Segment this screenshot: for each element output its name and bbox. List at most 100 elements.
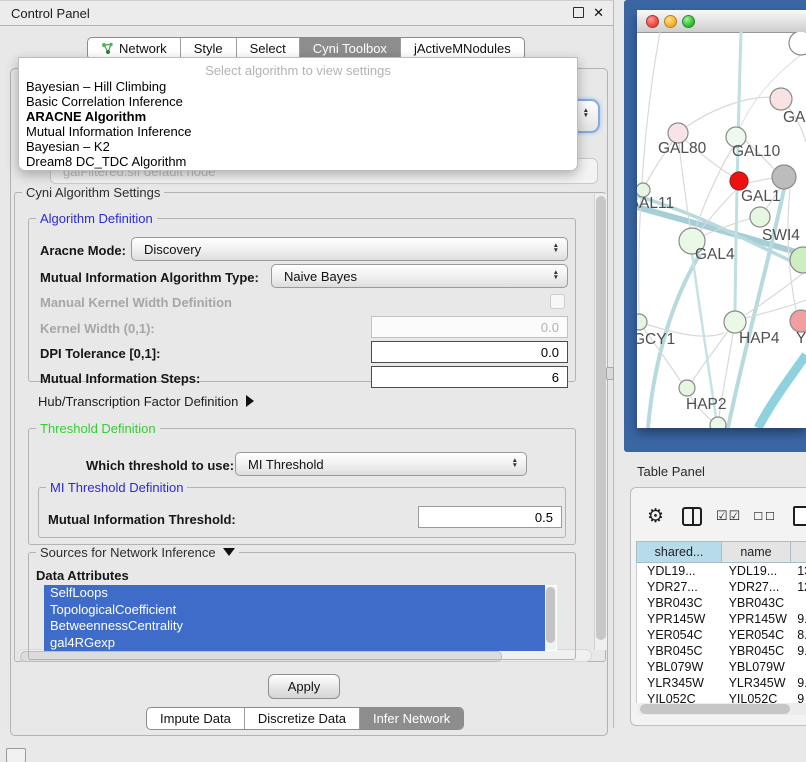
deselect-all-checkboxes-icon[interactable]: ☐☐	[753, 510, 777, 523]
table-cell[interactable]: 12	[791, 579, 806, 595]
table-cell[interactable]: YDL19...	[637, 563, 723, 579]
mi-steps-field[interactable]: 6	[371, 366, 568, 388]
network-node[interactable]	[750, 207, 770, 227]
table-column-header[interactable]: name	[722, 541, 791, 563]
columns-icon[interactable]	[682, 507, 702, 526]
kernel-width-field[interactable]: 0.0	[371, 316, 568, 338]
table-cell[interactable]: YPR145W	[637, 611, 723, 627]
data-attribute-item[interactable]: BetweennessCentrality	[44, 618, 545, 635]
table-cell[interactable]: YLR345W	[637, 675, 723, 691]
table-horizontal-scrollbar[interactable]	[637, 703, 806, 715]
table-cell[interactable]: 9.	[791, 611, 806, 627]
table-cell[interactable]	[791, 595, 806, 611]
table-cell[interactable]: YBR043C	[723, 595, 792, 611]
table-cell[interactable]	[791, 659, 806, 675]
table-cell[interactable]: YDL19...	[723, 563, 792, 579]
dock-panel-icon[interactable]	[6, 748, 26, 762]
algorithm-popup-item[interactable]: Dream8 DC_TDC Algorithm	[19, 154, 577, 169]
zoom-window-icon[interactable]	[682, 15, 695, 28]
network-node[interactable]	[679, 380, 695, 396]
tab-discretize-data[interactable]: Discretize Data	[244, 708, 359, 729]
data-attributes-list[interactable]: SelfLoopsTopologicalCoefficientBetweenne…	[44, 585, 557, 651]
table-cell[interactable]: YBL079W	[637, 659, 723, 675]
hub-definition-toggle[interactable]: Hub/Transcription Factor Definition	[38, 394, 254, 409]
algorithm-popup-item[interactable]: Mutual Information Inference	[19, 124, 577, 139]
mi-type-combo[interactable]: Naive Bayes ▲▼	[271, 264, 568, 288]
network-node[interactable]	[710, 417, 726, 428]
algorithm-definition-legend: Algorithm Definition	[36, 211, 157, 226]
tab-network[interactable]: Network	[88, 38, 180, 59]
table-cell[interactable]: YBL079W	[723, 659, 792, 675]
close-panel-icon[interactable]: ✕	[593, 6, 604, 19]
dpi-tolerance-field[interactable]: 0.0	[371, 341, 568, 363]
tab-style[interactable]: Style	[180, 38, 236, 59]
close-window-icon[interactable]	[646, 15, 659, 28]
network-node-label: SWI4	[762, 227, 800, 244]
data-attribute-item[interactable]: gal4RGexp	[44, 635, 545, 652]
table-cell[interactable]: YLR345W	[723, 675, 792, 691]
table-cell[interactable]: YBR045C	[723, 643, 792, 659]
network-node[interactable]	[772, 165, 796, 189]
table-cell[interactable]: YPR145W	[723, 611, 792, 627]
table-cell[interactable]: 9	[791, 691, 806, 703]
select-all-checkboxes-icon[interactable]: ☑☑	[716, 508, 741, 524]
table-row: YBR045CYBR045C9.	[637, 643, 806, 659]
table-cell[interactable]: YER054C	[723, 627, 792, 643]
algorithm-popup-item[interactable]: Bayesian – K2	[19, 139, 577, 154]
tab-impute-data[interactable]: Impute Data	[147, 708, 244, 729]
settings-vertical-scrollbar[interactable]	[594, 194, 607, 650]
network-window-titlebar	[637, 10, 806, 33]
minimize-window-icon[interactable]	[664, 15, 677, 28]
manual-kernel-checkbox[interactable]	[550, 294, 565, 309]
apply-button[interactable]: Apply	[268, 674, 340, 699]
tab-infer-network[interactable]: Infer Network	[359, 708, 463, 729]
network-canvas[interactable]: GALGAL80GAL10GAL1GAL11GAL4SWI4GCY1HAP4YH…	[637, 32, 806, 428]
network-node[interactable]	[770, 88, 792, 110]
network-node-label: HAP4	[739, 330, 780, 347]
table-body: YDL19...YDL19...13YDR27...YDR27...12YBR0…	[636, 563, 806, 703]
algorithm-popup-item[interactable]: Bayesian – Hill Climbing	[19, 79, 577, 94]
network-edge[interactable]	[745, 273, 803, 315]
network-edge[interactable]	[679, 143, 692, 241]
network-node[interactable]	[789, 32, 806, 55]
panel-splitter-handle[interactable]	[606, 367, 614, 380]
data-attribute-item[interactable]: TopologicalCoefficient	[44, 602, 545, 619]
table-cell[interactable]: YIL052C	[723, 691, 792, 703]
control-panel-titlebar: Control Panel ✕	[0, 1, 613, 26]
table-cell[interactable]: YBR045C	[637, 643, 723, 659]
network-edge[interactable]	[639, 32, 660, 314]
tab-cyni-toolbox[interactable]: Cyni Toolbox	[299, 38, 400, 59]
node-table: shared...nameA YDL19...YDL19...13YDR27..…	[636, 541, 806, 703]
table-cell[interactable]: YER054C	[637, 627, 723, 643]
mi-threshold-label: Mutual Information Threshold:	[48, 512, 236, 527]
tab-select[interactable]: Select	[236, 38, 299, 59]
data-attribute-item[interactable]: SelfLoops	[44, 585, 545, 602]
network-edge[interactable]	[748, 178, 773, 183]
table-cell[interactable]: YDR27...	[637, 579, 723, 595]
threshold-definition-legend: Threshold Definition	[36, 421, 160, 436]
mi-threshold-field[interactable]: 0.5	[418, 506, 562, 528]
table-column-header[interactable]: shared...	[636, 541, 722, 563]
sources-legend[interactable]: Sources for Network Inference	[36, 545, 239, 560]
table-cell[interactable]: YBR043C	[637, 595, 723, 611]
aracne-mode-combo[interactable]: Discovery ▲▼	[131, 237, 568, 261]
network-node[interactable]	[790, 310, 806, 332]
table-cell[interactable]: YIL052C	[637, 691, 723, 703]
which-threshold-combo[interactable]: MI Threshold ▲▼	[235, 452, 527, 476]
network-edge[interactable]	[758, 355, 806, 428]
tab-jactivemnodules[interactable]: jActiveMNodules	[400, 38, 524, 59]
attributes-vertical-scrollbar[interactable]	[545, 586, 556, 650]
network-node[interactable]	[637, 314, 647, 330]
table-cell[interactable]: 9.	[791, 675, 806, 691]
algorithm-popup-item[interactable]: ARACNE Algorithm	[19, 109, 577, 124]
table-cell[interactable]: 9.	[791, 643, 806, 659]
table-cell[interactable]: YDR27...	[723, 579, 792, 595]
gear-icon[interactable]: ⚙	[647, 507, 664, 526]
table-column-header[interactable]: A	[791, 541, 806, 563]
table-cell[interactable]: 13	[791, 563, 806, 579]
network-edge[interactable]	[678, 97, 781, 133]
document-icon[interactable]	[793, 506, 806, 526]
table-cell[interactable]: 8.	[791, 627, 806, 643]
algorithm-popup-item[interactable]: Basic Correlation Inference	[19, 94, 577, 109]
float-panel-icon[interactable]	[573, 7, 584, 18]
